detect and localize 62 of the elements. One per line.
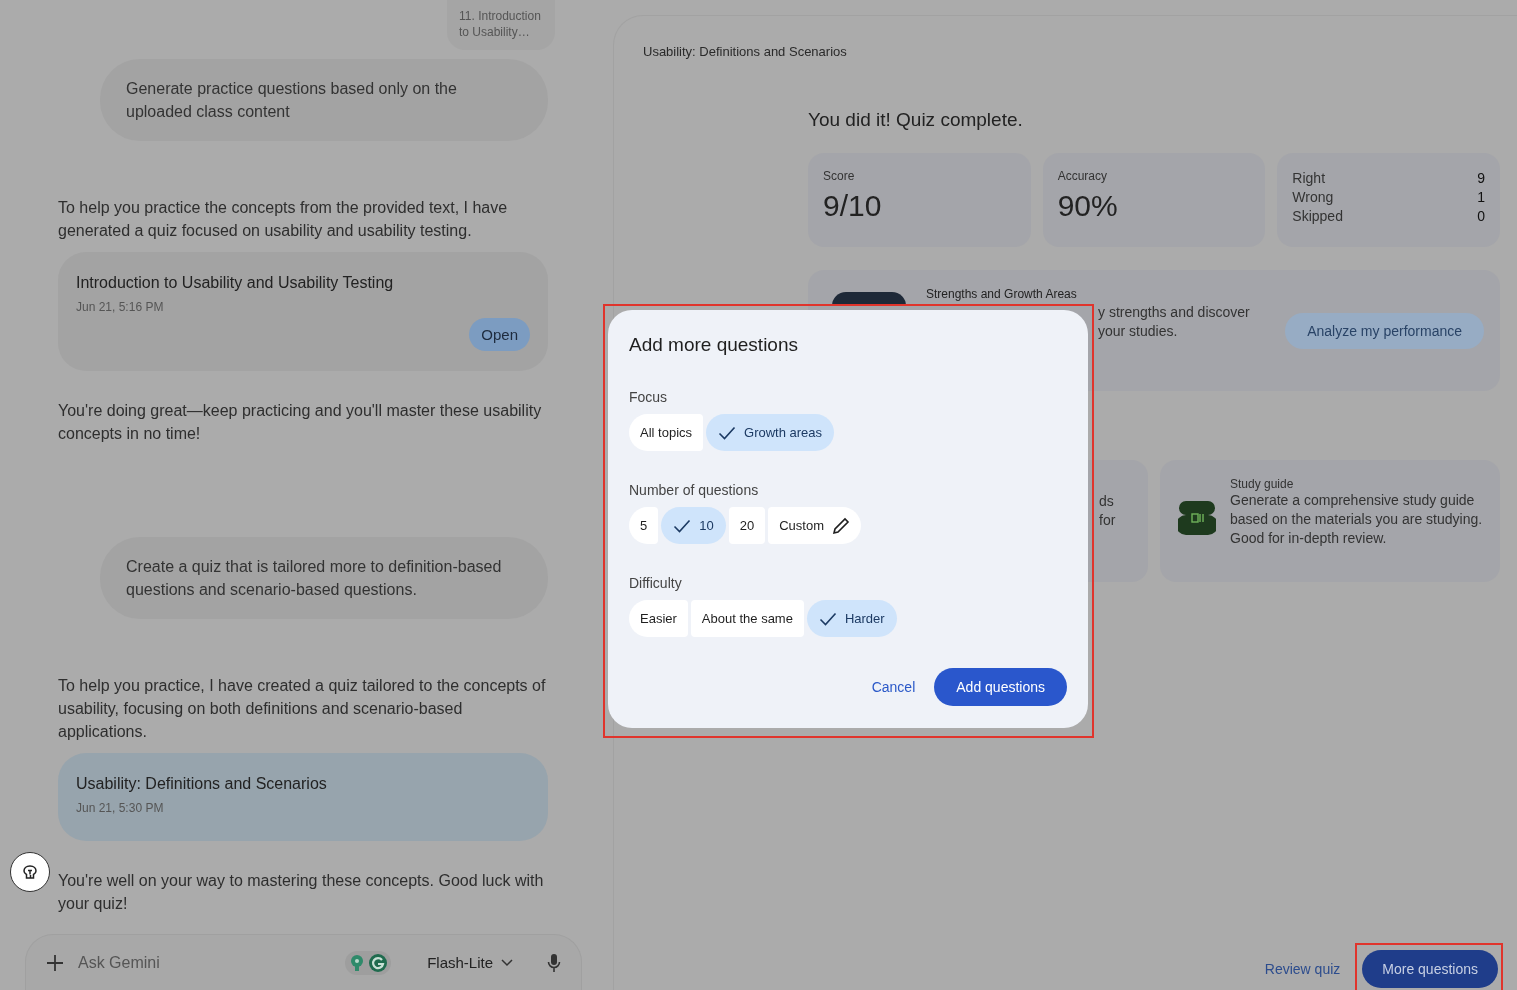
plus-icon[interactable] [46,953,64,972]
panel-title: Usability: Definitions and Scenarios [643,44,848,59]
prompt-input[interactable]: Ask Gemini [76,952,334,973]
add-questions-button[interactable]: Add questions [934,668,1067,706]
quiz-date: Jun 21, 5:16 PM [76,300,165,314]
cancel-button[interactable]: Cancel [871,679,916,695]
stat-value: 1 [1477,188,1485,207]
quiz-date: Jun 21, 5:30 PM [76,801,165,815]
user-message: Create a quiz that is tailored more to definition-based questions and scenario-based questions. [100,537,548,619]
check-icon [673,518,692,533]
quiz-title: Introduction to Usability and Usability Testing [76,274,395,292]
stat-value: 0 [1477,207,1485,226]
open-button[interactable]: Open [469,318,530,351]
option-chip[interactable]: Growth areas [706,414,835,451]
group-label: Difficulty [629,575,683,591]
card-text: your studies. [1098,322,1179,341]
pencil-icon [831,516,850,535]
notebook-icon [1178,499,1216,537]
extension-icons[interactable] [345,950,392,975]
microphone-icon[interactable] [547,952,561,973]
option-chip[interactable]: Easier [629,600,688,637]
option-chip[interactable]: About the same [690,600,804,637]
tool-card[interactable]: Study guide Generate a comprehensive study guide based on the materials you are studying. Good for in-depth review. [1160,460,1500,582]
stat-label: Wrong [1292,188,1334,207]
quiz-card[interactable]: Usability: Definitions and Scenarios Jun 21, 5:30 PM [58,753,548,841]
option-chip[interactable]: 10 [661,507,726,544]
stat-value: 9 [1477,169,1485,188]
stat-value: 9/10 [823,189,883,223]
model-selector[interactable]: Flash-Lite [427,954,513,971]
stat-label: Accuracy [1057,169,1109,183]
quiz-card[interactable]: Introduction to Usability and Usability Testing Jun 21, 5:16 PM Open [58,252,548,371]
option-chip[interactable]: 20 [728,507,766,544]
option-chip[interactable]: 5 [629,507,659,544]
response-text: You're well on your way to mastering these concepts. Good luck with your quiz! [58,871,545,914]
card-title: Strengths and Growth Areas [926,287,1078,301]
stat-value: 90% [1057,189,1119,223]
card-text: Generate a comprehensive study guide based on the materials you are studying. Good for in-depth review. [1230,491,1484,548]
analyze-button[interactable]: Analyze my performance [1285,313,1484,349]
group-label: Focus [629,389,669,405]
chevron-down-icon [501,958,513,967]
response-text: To help you practice the concepts from the provided text, I have generated a quiz focused on usability and usability testing. [58,198,509,241]
more-questions-button[interactable]: More questions [1362,950,1498,988]
stat-label: Right [1292,169,1326,188]
quiz-title: Usability: Definitions and Scenarios [76,775,328,793]
stat-label: Skipped [1292,207,1343,226]
group-label: Number of questions [629,482,760,498]
review-quiz-link[interactable]: Review quiz [1264,961,1341,977]
option-chip[interactable]: Custom [768,507,861,544]
card-title: Study guide [1230,477,1295,491]
user-message: Generate practice questions based only on the uploaded class content [100,59,548,141]
result-heading: You did it! Quiz complete. [808,109,1024,131]
stat-label: Score [823,169,856,183]
option-chip[interactable]: Harder [806,600,897,637]
check-icon [818,611,837,626]
check-icon [718,425,737,440]
card-text: ds [1099,492,1115,511]
dialog-title: Add more questions [629,334,799,356]
card-text: y strengths and discover [1098,303,1250,322]
response-text: You're doing great—keep practicing and you'll master these usability concepts in no time! [58,401,543,444]
option-chip[interactable]: All topics [629,414,704,451]
card-text: for [1099,511,1117,530]
response-text: To help you practice, I have created a quiz tailored to the concepts of usability, focusing on both definitions and scenario-based applications. [58,676,547,742]
